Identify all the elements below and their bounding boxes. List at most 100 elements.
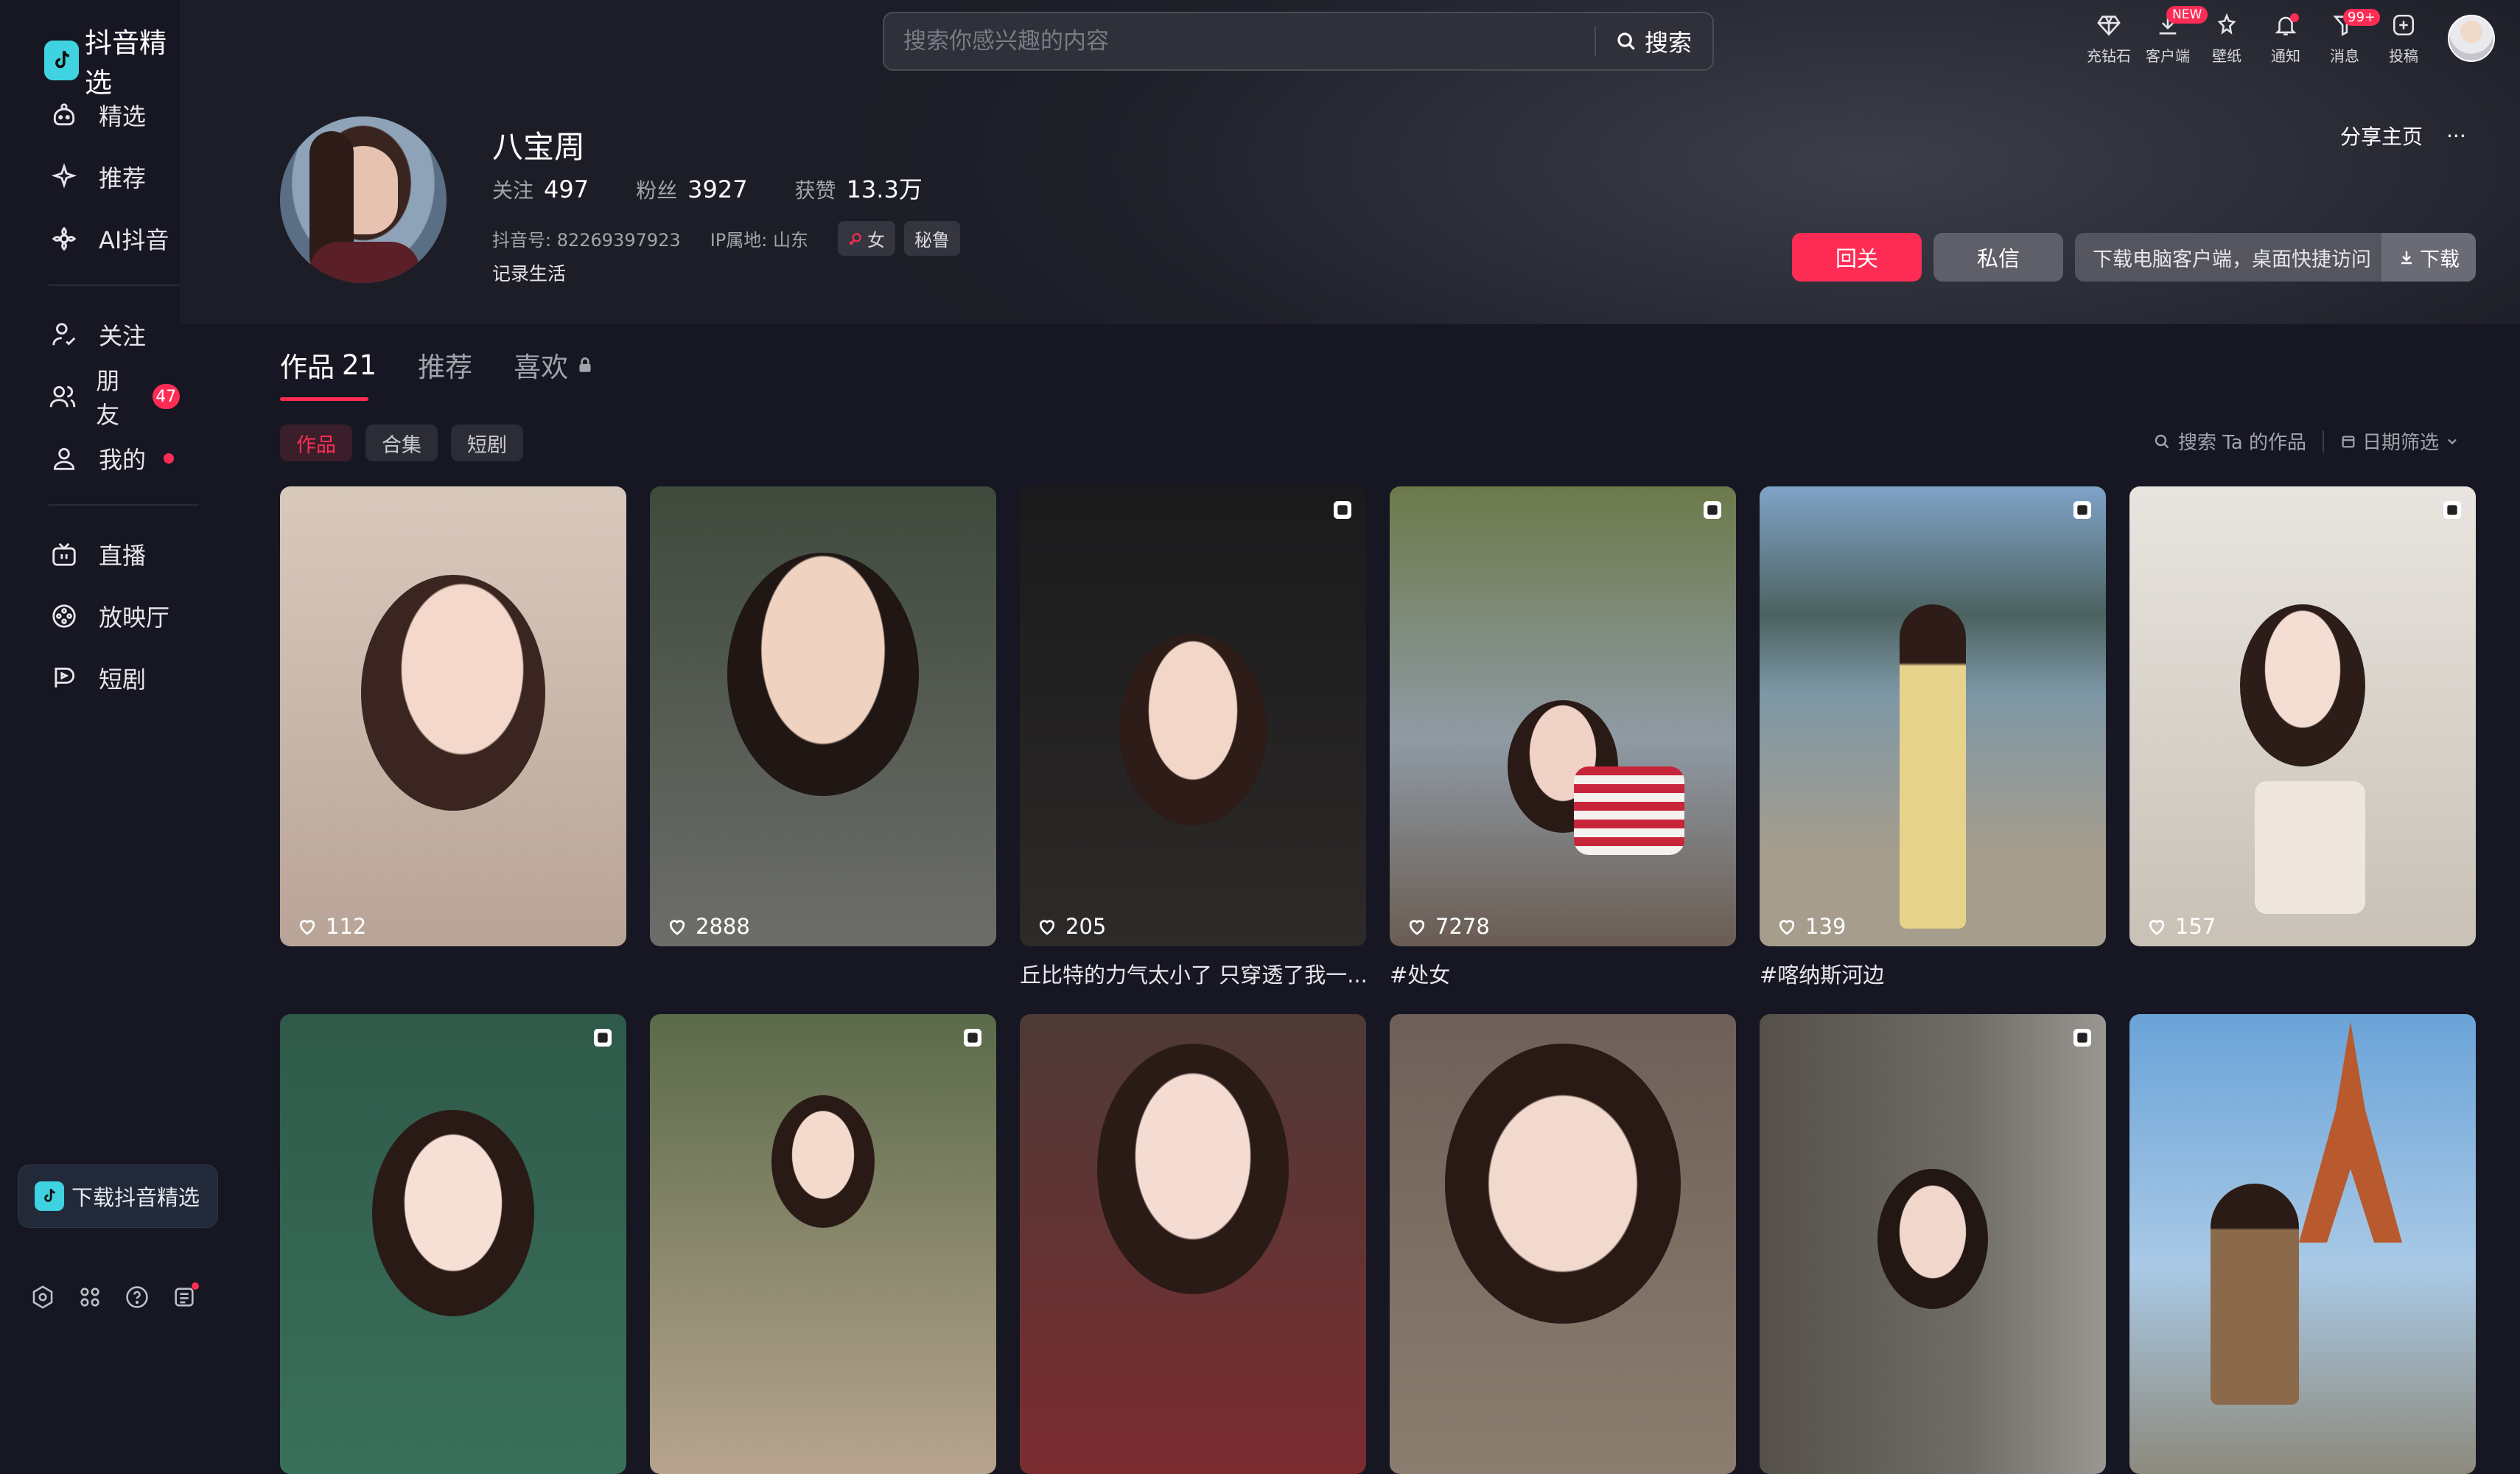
download-client-button[interactable]: 下载 <box>2381 233 2476 282</box>
sidebar-item-featured[interactable]: 精选 <box>49 93 146 137</box>
work-card[interactable]: 139 <box>1760 486 2106 946</box>
friends-count-badge: 47 <box>152 384 180 409</box>
sidebar-item-theater[interactable]: 放映厅 <box>49 594 169 638</box>
like-count: 157 <box>2146 914 2216 939</box>
work-card[interactable] <box>280 1014 626 1474</box>
profile-meta: 抖音号: 82269397923 IP属地: 山东 女 秘鲁 <box>492 221 960 256</box>
heart-icon <box>1409 920 1425 935</box>
work-card[interactable] <box>2129 1014 2476 1474</box>
work-caption[interactable]: #喀纳斯河边 <box>1760 958 2106 989</box>
search-button[interactable]: 搜索 <box>1596 24 1712 58</box>
heart-icon <box>299 920 315 935</box>
sidebar-item-label: 直播 <box>99 542 147 570</box>
wallpaper-icon <box>2212 10 2241 40</box>
likes-stat: 获赞 13.3万 <box>795 171 923 205</box>
sidebar-item-friends[interactable]: 朋友 47 <box>49 367 180 429</box>
sidebar-item-me[interactable]: 我的 <box>49 436 175 481</box>
work-caption[interactable]: #处女 <box>1390 958 1736 989</box>
tools-divider <box>2323 430 2325 453</box>
like-count: 139 <box>1776 914 1846 939</box>
user-avatar[interactable] <box>2448 15 2495 62</box>
download-app-button[interactable]: 下载抖音精选 <box>18 1164 218 1228</box>
sidebar-item-following[interactable]: 关注 <box>49 312 146 357</box>
work-thumbnail <box>2240 604 2365 766</box>
heart-icon <box>669 920 685 935</box>
work-card[interactable]: 205 <box>1020 486 1366 946</box>
tab-works[interactable]: 作品 21 <box>280 345 377 401</box>
work-thumbnail <box>1900 604 1966 929</box>
apps-grid-icon[interactable] <box>75 1282 105 1312</box>
work-card[interactable]: 7278 <box>1390 486 1736 946</box>
work-card[interactable]: 157 <box>2129 486 2476 946</box>
sidebar-item-short-drama[interactable]: 短剧 <box>49 656 146 700</box>
works-tools: 搜索 Ta 的作品 日期筛选 <box>2153 427 2460 455</box>
work-card[interactable] <box>1760 1014 2106 1474</box>
short-drama-icon <box>49 663 80 694</box>
content-tabs: 作品 21 推荐 喜欢 <box>280 345 595 401</box>
search-works-button[interactable]: 搜索 Ta 的作品 <box>2153 427 2306 455</box>
like-count-value: 2888 <box>696 914 750 939</box>
recharge-diamond-button[interactable]: 充钻石 <box>2079 10 2138 66</box>
sidebar-item-label: AI抖音 <box>99 226 169 254</box>
tab-recommend[interactable]: 推荐 <box>418 345 472 401</box>
feedback-icon[interactable] <box>169 1282 199 1312</box>
message-button[interactable]: 私信 <box>1933 233 2063 282</box>
work-card[interactable]: 112 <box>280 486 626 946</box>
settings-icon[interactable] <box>28 1282 57 1312</box>
following-stat[interactable]: 关注 497 <box>492 175 589 204</box>
work-card[interactable] <box>1390 1014 1736 1474</box>
upload-label: 投稿 <box>2389 47 2418 65</box>
work-card[interactable] <box>1020 1014 1366 1474</box>
douyin-logo-icon <box>35 1181 64 1211</box>
notifications-button[interactable]: 通知 <box>2256 10 2315 66</box>
profile-actions-top: 分享主页 ··· <box>2340 121 2466 150</box>
ai-flower-icon <box>49 223 80 254</box>
gender-tag: 女 <box>837 221 895 256</box>
like-count-value: 157 <box>2175 914 2216 939</box>
heart-icon <box>1779 920 1795 935</box>
sidebar-item-recommend[interactable]: 推荐 <box>49 155 146 199</box>
search-works-label: 搜索 Ta 的作品 <box>2178 432 2307 454</box>
lock-icon <box>579 357 591 372</box>
work-thumbnail <box>372 1110 534 1316</box>
tab-label: 推荐 <box>418 352 473 383</box>
upload-button[interactable]: 投稿 <box>2374 10 2433 66</box>
notification-dot <box>164 453 175 464</box>
subtab-short-drama[interactable]: 短剧 <box>451 425 523 461</box>
profile-avatar[interactable] <box>280 116 447 283</box>
work-thumbnail <box>771 1095 875 1228</box>
film-reel-icon <box>49 601 80 632</box>
help-icon[interactable] <box>122 1282 152 1312</box>
work-card[interactable]: 2888 <box>650 486 996 946</box>
subtab-collections[interactable]: 合集 <box>365 425 438 461</box>
wallpaper-label: 壁纸 <box>2212 47 2241 65</box>
heart-icon <box>1039 920 1055 935</box>
app-name: 抖音精选 <box>85 27 167 99</box>
client-download-button[interactable]: NEW 客户端 <box>2138 6 2208 66</box>
like-count-value: 7278 <box>1435 914 1490 939</box>
share-profile-button[interactable]: 分享主页 <box>2340 121 2423 150</box>
date-filter-label: 日期筛选 <box>2362 432 2440 454</box>
sidebar-footer <box>28 1282 199 1312</box>
tab-likes[interactable]: 喜欢 <box>514 345 595 401</box>
app-logo[interactable]: 抖音精选 <box>44 21 180 100</box>
multi-image-icon <box>594 1029 612 1047</box>
follow-back-button[interactable]: 回关 <box>1792 233 1922 282</box>
sidebar: 抖音精选 精选 推荐 AI抖音 关注 朋友 47 我的 直播 放映厅 短剧 下载… <box>0 0 218 1341</box>
wallpaper-button[interactable]: 壁纸 <box>2197 10 2256 66</box>
followers-stat[interactable]: 粉丝 3927 <box>636 175 747 204</box>
work-thumbnail <box>361 575 545 811</box>
sub-tabs: 作品 合集 短剧 <box>280 425 523 461</box>
date-filter-dropdown[interactable]: 日期筛选 <box>2340 427 2460 455</box>
search-input[interactable] <box>884 28 1595 55</box>
likes-label: 获赞 <box>794 178 836 203</box>
sidebar-item-live[interactable]: 直播 <box>49 532 146 576</box>
messages-button[interactable]: 99+ 消息 <box>2315 9 2380 66</box>
work-card[interactable] <box>650 1014 996 1474</box>
sidebar-divider <box>49 504 199 506</box>
sidebar-item-ai-douyin[interactable]: AI抖音 <box>49 217 169 261</box>
work-caption[interactable]: 丘比特的力气太小了 只穿透了我一... <box>1020 958 1366 989</box>
like-count: 2888 <box>666 914 750 939</box>
subtab-works[interactable]: 作品 <box>280 425 352 461</box>
more-options-button[interactable]: ··· <box>2446 124 2466 148</box>
